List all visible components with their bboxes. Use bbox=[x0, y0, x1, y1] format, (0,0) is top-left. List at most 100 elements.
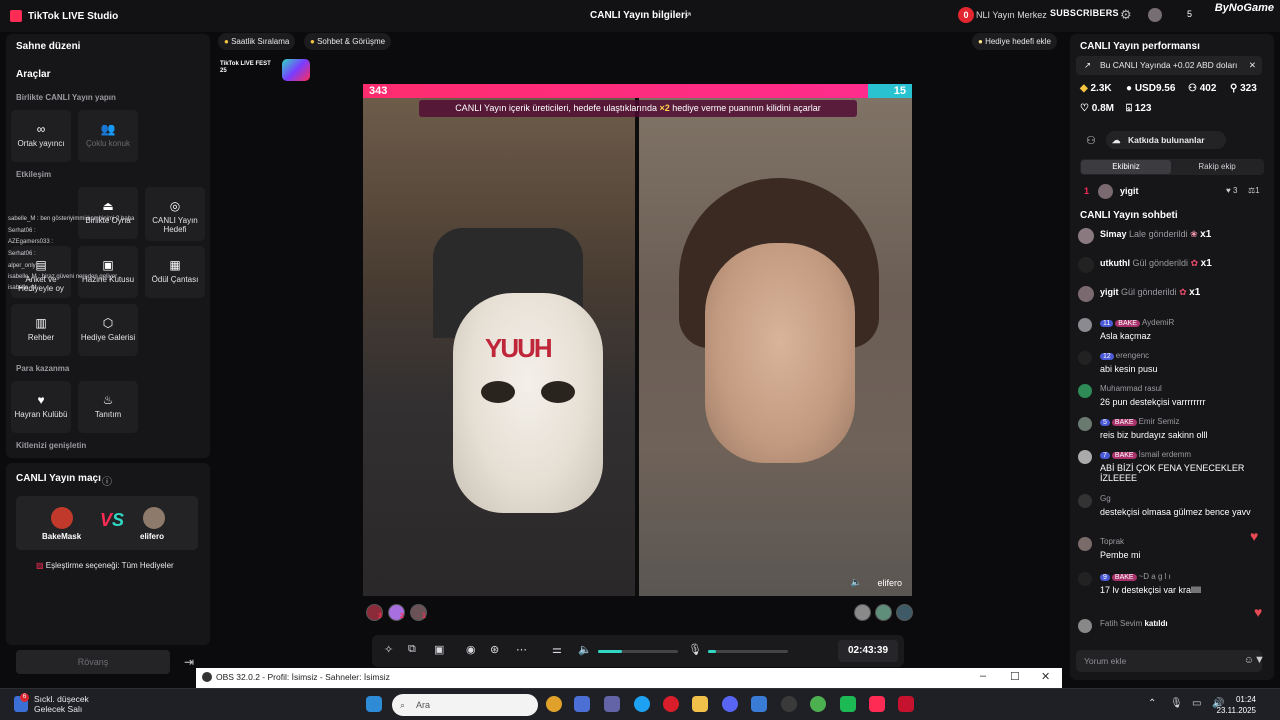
clock[interactable]: 01:24 23.11.2025 bbox=[1217, 694, 1256, 716]
store-icon[interactable] bbox=[574, 696, 590, 712]
gifter-avatar[interactable] bbox=[854, 604, 871, 621]
live-goal-button[interactable]: ◎ CANLI Yayın Hedefi bbox=[145, 187, 205, 241]
exit-icon[interactable]: ⇥ bbox=[184, 655, 194, 669]
contributor-row[interactable]: 1 yigit ♥ 3 ⚖1 bbox=[1080, 184, 1266, 200]
chat-user[interactable]: ~D a g l ı bbox=[1139, 572, 1171, 581]
co-host-button[interactable]: ∞ Ortak yayıncı bbox=[11, 110, 71, 162]
comment-input[interactable]: Yorum ekle ☺ bbox=[1076, 650, 1262, 672]
effects-icon[interactable]: ✧ bbox=[384, 643, 393, 656]
network-icon[interactable]: ▭ bbox=[1192, 698, 1201, 709]
opera-icon[interactable] bbox=[663, 696, 679, 712]
chat-avatar bbox=[1078, 351, 1092, 365]
close-icon[interactable]: ✕ bbox=[1249, 56, 1256, 75]
chat-user[interactable]: Fatih Sevim bbox=[1100, 619, 1142, 628]
share-icon[interactable]: ↗ bbox=[683, 9, 692, 22]
tab-your-team[interactable]: Ekibiniz bbox=[1081, 160, 1171, 174]
more-icon[interactable]: ⋯ bbox=[516, 643, 527, 656]
edge-icon[interactable] bbox=[634, 696, 650, 712]
profile-avatar[interactable] bbox=[1148, 8, 1162, 22]
gifter-count: 1 bbox=[422, 613, 426, 620]
volume-icon[interactable]: 🔈 bbox=[578, 643, 592, 656]
camera-switch-icon[interactable]: ⊛ bbox=[490, 643, 499, 656]
chat-text: abi kesin pusu bbox=[1100, 364, 1158, 374]
mail-icon[interactable] bbox=[751, 696, 767, 712]
bakemask-avatar bbox=[51, 507, 73, 529]
youtube-icon[interactable] bbox=[898, 696, 914, 712]
minimize-icon[interactable]: – bbox=[980, 670, 986, 682]
add-user-icon[interactable]: ⚇ bbox=[1086, 134, 1096, 147]
emoji-icon[interactable]: ☺ bbox=[1244, 650, 1254, 672]
add-gift-goal-chip[interactable]: ● Hediye hedefi ekle bbox=[972, 33, 1057, 50]
filter-icon[interactable]: ▼ bbox=[1254, 654, 1265, 666]
mic-slider[interactable] bbox=[708, 650, 788, 653]
live-fest-label: TikTok LIVE FEST 25 bbox=[220, 61, 271, 74]
reward-bag-button[interactable]: ▦ Ödül Çantası bbox=[145, 246, 205, 298]
start-button[interactable] bbox=[366, 696, 382, 712]
notification-badge[interactable]: 0 bbox=[958, 7, 974, 23]
chat-user[interactable]: erengenc bbox=[1116, 351, 1149, 360]
promo-button[interactable]: ♨ Tanıtım bbox=[78, 381, 138, 433]
taskbar-search[interactable]: ⌕ Ara bbox=[392, 694, 538, 716]
chrome-alt-icon[interactable] bbox=[810, 696, 826, 712]
maximize-icon[interactable]: ☐ bbox=[1010, 670, 1020, 683]
live-center-link[interactable]: NLI Yayın Merkez bbox=[976, 10, 1047, 20]
mic-tray-icon[interactable]: 🎙 bbox=[1170, 698, 1183, 709]
gifter-avatar[interactable] bbox=[896, 604, 913, 621]
volume-slider[interactable] bbox=[598, 650, 678, 653]
close-window-icon[interactable]: ✕ bbox=[1041, 670, 1050, 683]
record-icon[interactable]: ◉ bbox=[466, 643, 476, 656]
scene-layout-title[interactable]: Sahne düzeni bbox=[16, 41, 80, 52]
chat-user[interactable]: AydemiR bbox=[1142, 318, 1174, 327]
tab-rival-team[interactable]: Rakip ekip bbox=[1172, 160, 1262, 174]
chrome-icon[interactable] bbox=[546, 696, 562, 712]
chat-user[interactable]: Gg bbox=[1100, 494, 1111, 503]
tiktok-icon[interactable] bbox=[869, 696, 885, 712]
gifter-avatar[interactable] bbox=[875, 604, 892, 621]
reward-bag-label: Ödül Çantası bbox=[151, 275, 199, 284]
contributor-name: yigit bbox=[1120, 186, 1139, 196]
chat-call-chip[interactable]: ● Sohbet & Görüşme bbox=[304, 33, 392, 50]
gift-gallery-button[interactable]: ⬡ Hediye Galerisi bbox=[78, 304, 138, 356]
speaker-icon[interactable]: 🔈 bbox=[851, 577, 862, 588]
live-info-title[interactable]: CANLI Yayın bilgileri bbox=[590, 10, 688, 21]
rematch-button[interactable]: Rövanş bbox=[16, 650, 170, 674]
gift-user[interactable]: yigit bbox=[1100, 287, 1119, 297]
chat-avatar bbox=[1078, 384, 1092, 398]
discord-icon[interactable] bbox=[722, 696, 738, 712]
chat-text: Pembe mi bbox=[1100, 550, 1141, 560]
chat-user[interactable]: İsmail erdemm bbox=[1139, 450, 1191, 459]
match-option[interactable]: ▨ Eşleştirme seçeneği: Tüm Hediyeler bbox=[36, 561, 174, 570]
help-icon[interactable]: ⓘ bbox=[102, 473, 112, 488]
diamond-icon: ◆ bbox=[1080, 83, 1088, 94]
chat-user[interactable]: Muhammad rasul bbox=[1100, 384, 1162, 393]
screen-icon[interactable]: ▣ bbox=[434, 643, 444, 656]
settings-gear-icon[interactable]: ⚙ bbox=[1120, 7, 1132, 23]
contributors-button[interactable]: ☁ Katkıda bulunanlar bbox=[1106, 131, 1226, 149]
gift-user[interactable]: utkuthl bbox=[1100, 258, 1130, 268]
hourly-ranking-chip[interactable]: ● Saatlik Sıralama bbox=[218, 33, 296, 50]
tray-chevron-icon[interactable]: ⌃ bbox=[1148, 698, 1156, 709]
app-icon[interactable] bbox=[840, 696, 856, 712]
teams-icon[interactable] bbox=[604, 696, 620, 712]
play-together-button[interactable]: ⏏ Birlikte Oyna bbox=[78, 187, 138, 239]
earn-label: Para kazanma bbox=[16, 364, 70, 373]
treasure-box-button[interactable]: ▣ Hazine Kutusu bbox=[78, 246, 138, 298]
banner-text-pre: CANLI Yayın içerik üreticileri, hedefe u… bbox=[455, 103, 660, 113]
multi-guest-button[interactable]: 👥 Çoklu konuk bbox=[78, 110, 138, 162]
guide-label: Rehber bbox=[27, 333, 55, 342]
chat-user[interactable]: Emir Semiz bbox=[1139, 417, 1180, 426]
performance-note[interactable]: ↗ Bu CANLI Yayında +0.02 ABD doları ✕ bbox=[1076, 56, 1262, 75]
layout-icon[interactable]: ⧉ bbox=[408, 643, 416, 656]
adjust-icon[interactable]: ⚌ bbox=[552, 643, 562, 656]
mic-icon[interactable]: 🎙 bbox=[688, 643, 702, 656]
weather-widget[interactable]: Sıckl. düşecek Gelecek Salı bbox=[34, 694, 89, 714]
obs-window-titlebar[interactable]: OBS 32.0.2 - Profil: İsimsiz - Sahneler:… bbox=[196, 668, 1062, 688]
chat-user[interactable]: Toprak bbox=[1100, 537, 1124, 546]
gift-user[interactable]: Simay bbox=[1100, 229, 1127, 239]
fan-club-button[interactable]: ♥ Hayran Kulübü bbox=[11, 381, 71, 433]
video-divider bbox=[635, 98, 639, 596]
gifter-count: 3 bbox=[378, 613, 382, 620]
obs-icon[interactable] bbox=[781, 696, 797, 712]
guide-button[interactable]: ▥ Rehber bbox=[11, 304, 71, 356]
folder-icon[interactable] bbox=[692, 696, 708, 712]
